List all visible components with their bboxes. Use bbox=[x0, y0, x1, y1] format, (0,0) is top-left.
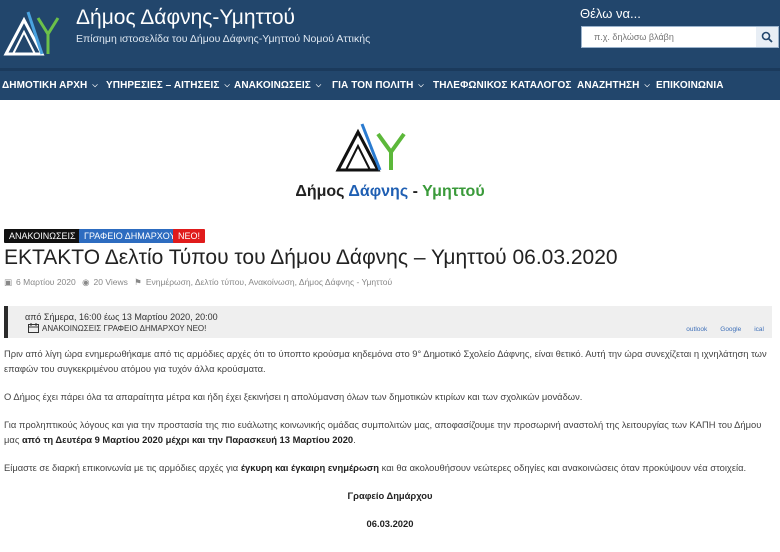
event-export-links: outlook Google ical bbox=[673, 326, 764, 333]
nav-item-tilefonikos-katalogos[interactable]: ΤΗΛΕΦΩΝΙΚΟΣ ΚΑΤΑΛΟΓΟΣ bbox=[433, 80, 572, 91]
site-header: Δήμος Δάφνης-Υμηττού Επίσημη ιστοσελίδα … bbox=[0, 0, 780, 68]
chevron-down-icon: ⌵ bbox=[92, 82, 98, 89]
google-link[interactable]: Google bbox=[720, 326, 741, 333]
search-box bbox=[581, 26, 779, 48]
center-logo-icon bbox=[335, 123, 406, 172]
event-categories-row: ΑΝΑΚΟΙΝΩΣΕΙΣ ΓΡΑΦΕΙΟ ΔΗΜΑΡΧΟΥ ΝΕΟ! bbox=[28, 323, 206, 333]
ical-link[interactable]: ical bbox=[754, 326, 764, 333]
search-button[interactable] bbox=[756, 27, 778, 47]
signature: Γραφείο Δημάρχου bbox=[347, 490, 433, 501]
paragraph: Πριν από λίγη ώρα ενημερωθήκαμε από τις … bbox=[4, 348, 767, 374]
outlook-link[interactable]: outlook bbox=[686, 326, 707, 333]
signature-date: 06.03.2020 bbox=[366, 518, 414, 529]
tag-anakoinoseis[interactable]: ΑΝΑΚΟΙΝΩΣΕΙΣ bbox=[4, 229, 81, 243]
brand-part: - bbox=[408, 183, 423, 200]
brand-wordmark: Δήμος Δάφνης - Υμηττού bbox=[0, 183, 780, 201]
text-run: . bbox=[353, 434, 356, 445]
municipality-logo-icon[interactable] bbox=[2, 8, 62, 58]
nav-item-ypiresies[interactable]: ΥΠΗΡΕΣΙΕΣ – ΑΙΤΗΣΕΙΣ ⌵ bbox=[106, 80, 230, 91]
tag-icon: ⚑ bbox=[134, 277, 142, 287]
nav-label: ΑΝΑΖΗΤΗΣΗ bbox=[577, 80, 640, 91]
brand-part: Δάφνης bbox=[348, 183, 409, 200]
nav-item-anazitisi[interactable]: ΑΝΑΖΗΤΗΣΗ ⌵ bbox=[577, 80, 650, 91]
event-categories: ΑΝΑΚΟΙΝΩΣΕΙΣ ΓΡΑΦΕΙΟ ΔΗΜΑΡΧΟΥ ΝΕΟ! bbox=[42, 323, 207, 333]
nav-item-dimotiki-arxi[interactable]: ΔΗΜΟΤΙΚΗ ΑΡΧΗ ⌵ bbox=[2, 80, 98, 91]
event-box: από Σήμερα, 16:00 έως 13 Μαρτίου 2020, 2… bbox=[4, 306, 772, 338]
post-content: Πριν από λίγη ώρα ενημερωθήκαμε από τις … bbox=[4, 346, 776, 544]
search-input[interactable] bbox=[582, 27, 758, 47]
site-title[interactable]: Δήμος Δάφνης-Υμηττού bbox=[76, 6, 295, 30]
post-date[interactable]: 6 Μαρτίου 2020 bbox=[16, 277, 76, 287]
nav-item-anakoinoseis[interactable]: ΑΝΑΚΟΙΝΩΣΕΙΣ ⌵ bbox=[234, 80, 321, 91]
post-views: 20 Views bbox=[93, 277, 128, 287]
nav-label: ΤΗΛΕΦΩΝΙΚΟΣ ΚΑΤΑΛΟΓΟΣ bbox=[433, 80, 572, 91]
brand-part: Δήμος bbox=[295, 183, 349, 200]
nav-label: ΓΙΑ ΤΟΝ ΠΟΛΙΤΗ bbox=[332, 80, 414, 91]
post-keywords[interactable]: Ενημέρωση, Δελτίο τύπου, Ανακοίνωση, Δήμ… bbox=[146, 277, 392, 287]
search-icon bbox=[761, 31, 773, 43]
post-title: ΕΚΤΑΚΤΟ Δελτίο Τύπου του Δήμου Δάφνης – … bbox=[4, 246, 618, 269]
nav-item-gia-ton-politi[interactable]: ΓΙΑ ΤΟΝ ΠΟΛΙΤΗ ⌵ bbox=[332, 80, 424, 91]
chevron-down-icon: ⌵ bbox=[644, 82, 650, 89]
event-time: από Σήμερα, 16:00 έως 13 Μαρτίου 2020, 2… bbox=[25, 312, 218, 322]
nav-label: ΔΗΜΟΤΙΚΗ ΑΡΧΗ bbox=[2, 80, 88, 91]
nav-item-epikoinonia[interactable]: ΕΠΙΚΟΙΝΩΝΙΑ bbox=[656, 80, 724, 91]
chevron-down-icon: ⌵ bbox=[224, 82, 230, 89]
paragraph: Ο Δήμος έχει πάρει όλα τα απαραίτητα μέτ… bbox=[4, 391, 583, 402]
post-meta: ▣ 6 Μαρτίου 2020 ◉ 20 Views ⚑ Ενημέρωση, Δε… bbox=[4, 277, 396, 288]
bold-text: από τη Δευτέρα 9 Μαρτίου 2020 μέχρι και … bbox=[21, 434, 354, 445]
chevron-down-icon: ⌵ bbox=[315, 82, 322, 89]
chevron-down-icon: ⌵ bbox=[418, 82, 424, 89]
site-subtitle: Επίσημη ιστοσελίδα του Δήμου Δάφνης-Υμητ… bbox=[76, 33, 371, 45]
nav-label: ΥΠΗΡΕΣΙΕΣ – ΑΙΤΗΣΕΙΣ bbox=[106, 80, 220, 91]
eye-icon: ◉ bbox=[82, 277, 90, 287]
main-nav: ΔΗΜΟΤΙΚΗ ΑΡΧΗ ⌵ ΥΠΗΡΕΣΙΕΣ – ΑΙΤΗΣΕΙΣ ⌵ ΑΝΑ… bbox=[0, 68, 780, 100]
paragraph: Για προληπτικούς λόγους και για την προσ… bbox=[4, 417, 776, 447]
nav-label: ΑΝΑΚΟΙΝΩΣΕΙΣ bbox=[234, 80, 311, 91]
calendar-icon: ▣ bbox=[4, 277, 13, 287]
nav-label: ΕΠΙΚΟΙΝΩΝΙΑ bbox=[656, 80, 724, 91]
text-run: Είμαστε σε διαρκή επικοινωνία με τις αρμ… bbox=[4, 462, 241, 473]
brand-part: Υμηττού bbox=[422, 183, 485, 200]
tag-grafeio-dimarxou[interactable]: ΓΡΑΦΕΙΟ ΔΗΜΑΡΧΟΥ bbox=[79, 229, 181, 243]
tag-neo[interactable]: ΝΕΟ! bbox=[173, 229, 206, 243]
bold-text: έγκυρη και έγκαιρη ενημέρωση bbox=[240, 462, 380, 473]
text-run: και θα ακολουθήσουν νεώτερες οδηγίες και… bbox=[379, 462, 747, 473]
calendar-icon bbox=[28, 323, 39, 333]
search-heading: Θέλω να... bbox=[580, 6, 641, 21]
paragraph: Είμαστε σε διαρκή επικοινωνία με τις αρμ… bbox=[4, 460, 776, 475]
